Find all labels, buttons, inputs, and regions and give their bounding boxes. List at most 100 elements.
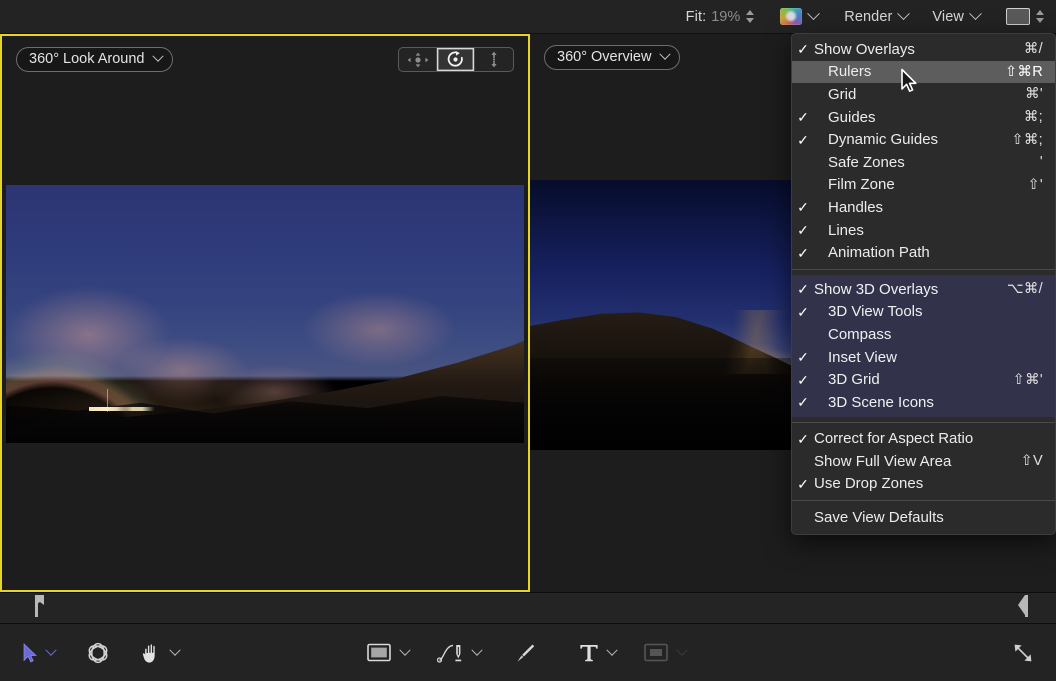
menu-item-shortcut: ⇧⌘' — [1013, 372, 1055, 388]
fit-label: Fit: — [686, 9, 707, 25]
chevron-down-icon[interactable] — [660, 49, 671, 60]
menu-item-dynamic-guides[interactable]: ✓Dynamic Guides⇧⌘; — [792, 128, 1055, 151]
stepper-up-arrow[interactable] — [1036, 10, 1044, 15]
dolly-tool-button[interactable] — [475, 48, 513, 71]
playhead-start-marker[interactable] — [30, 595, 43, 617]
paint-brush-tool[interactable] — [513, 642, 535, 664]
layout-stepper[interactable] — [1036, 10, 1044, 23]
color-channel-menu[interactable] — [780, 0, 818, 34]
mini-timeline-scrubber[interactable] — [0, 592, 1056, 624]
3d-transform-tool[interactable] — [85, 641, 111, 665]
viewer-layout-control[interactable] — [1006, 0, 1044, 34]
menu-item-label: Handles — [814, 199, 1043, 216]
menu-item-label: 3D View Tools — [814, 303, 1043, 320]
menu-item-lines[interactable]: ✓Lines — [792, 219, 1055, 242]
tools-toolbar — [0, 624, 1056, 681]
menu-item-guides[interactable]: ✓Guides⌘; — [792, 106, 1055, 129]
text-T-icon — [579, 642, 599, 664]
viewer-left-camera-label: 360° Look Around — [29, 51, 144, 67]
mask-rectangle-icon — [644, 643, 668, 662]
menu-item-label: Guides — [814, 109, 1024, 126]
viewer-left-look-around[interactable]: 360° Look Around — [0, 34, 530, 592]
viewer-right-camera-label: 360° Overview — [557, 49, 651, 65]
menu-item-shortcut: ⌘; — [1024, 109, 1055, 125]
menu-item-shortcut: ⌘' — [1025, 86, 1055, 102]
checkmark-icon: ✓ — [792, 477, 814, 491]
menu-item-rulers[interactable]: Rulers⇧⌘R — [792, 61, 1055, 84]
chevron-down-icon[interactable] — [676, 644, 687, 655]
resize-handle[interactable] — [1012, 642, 1034, 664]
window-layout-icon[interactable] — [1006, 8, 1030, 25]
diagonal-resize-icon — [1012, 642, 1034, 664]
3d-view-tools-group[interactable] — [398, 47, 514, 72]
chevron-down-icon[interactable] — [169, 644, 180, 655]
select-arrow-tool[interactable] — [22, 643, 55, 663]
fit-stepper[interactable] — [746, 10, 754, 23]
menu-item-shortcut: ⇧' — [1027, 177, 1055, 193]
render-label: Render — [844, 9, 892, 25]
viewer-left-camera-popup[interactable]: 360° Look Around — [16, 47, 173, 72]
stepper-down-arrow[interactable] — [746, 18, 754, 23]
menu-section: ✓Correct for Aspect RatioShow Full View … — [792, 428, 1055, 496]
menu-item-use-drop-zones[interactable]: ✓Use Drop Zones — [792, 473, 1055, 496]
menu-item-show-3d-overlays[interactable]: ✓Show 3D Overlays⌥⌘/ — [792, 278, 1055, 301]
menu-item-label: Show 3D Overlays — [814, 281, 1007, 298]
chevron-down-icon[interactable] — [606, 644, 617, 655]
chevron-down-icon[interactable] — [399, 644, 410, 655]
text-tool[interactable] — [579, 642, 616, 664]
menu-item-inset-view[interactable]: ✓Inset View — [792, 346, 1055, 369]
chevron-down-icon[interactable] — [153, 51, 164, 62]
view-menu-button[interactable]: View — [932, 0, 980, 34]
chevron-down-icon[interactable] — [898, 7, 911, 20]
menu-item-shortcut: ⇧⌘R — [1005, 64, 1055, 80]
render-menu[interactable]: Render — [844, 0, 908, 34]
pan-tool-button[interactable] — [399, 48, 437, 71]
view-dropdown-menu[interactable]: ✓Show Overlays⌘/Rulers⇧⌘RGrid⌘'✓Guides⌘;… — [791, 33, 1056, 535]
menu-item-shortcut: ⇧⌘; — [1011, 132, 1055, 148]
pan-arrows-icon — [407, 52, 429, 68]
menu-item-save-view-defaults[interactable]: Save View Defaults — [792, 506, 1055, 529]
menu-item-show-overlays[interactable]: ✓Show Overlays⌘/ — [792, 38, 1055, 61]
menu-separator — [792, 422, 1055, 423]
menu-item-label: Dynamic Guides — [814, 131, 1011, 148]
chevron-down-icon[interactable] — [45, 644, 56, 655]
menu-item-label: Show Overlays — [814, 41, 1024, 58]
shape-tool[interactable] — [367, 643, 409, 662]
menu-item-handles[interactable]: ✓Handles — [792, 196, 1055, 219]
menu-item-compass[interactable]: Compass — [792, 323, 1055, 346]
menu-item-label: Lines — [814, 222, 1043, 239]
bezier-pen-tool[interactable] — [437, 641, 481, 665]
menu-item-safe-zones[interactable]: Safe Zones' — [792, 151, 1055, 174]
menu-item-grid[interactable]: Grid⌘' — [792, 83, 1055, 106]
menu-item-animation-path[interactable]: ✓Animation Path — [792, 241, 1055, 264]
stepper-up-arrow[interactable] — [746, 10, 754, 15]
hand-pan-tool[interactable] — [141, 642, 179, 664]
menu-item-3d-scene-icons[interactable]: ✓3D Scene Icons — [792, 391, 1055, 414]
checkmark-icon: ✓ — [792, 305, 814, 319]
viewer-left-image-360-panorama — [6, 185, 524, 443]
viewer-top-toolbar: Fit: 19% Render View — [0, 0, 1056, 34]
mask-tool[interactable] — [644, 643, 686, 662]
viewer-right-camera-popup[interactable]: 360° Overview — [544, 45, 680, 70]
color-wheel-icon[interactable] — [780, 8, 802, 25]
menu-item-correct-for-aspect-ratio[interactable]: ✓Correct for Aspect Ratio — [792, 428, 1055, 451]
playhead-end-marker[interactable] — [1015, 595, 1028, 617]
checkmark-icon: ✓ — [792, 246, 814, 260]
menu-item-film-zone[interactable]: Film Zone⇧' — [792, 174, 1055, 197]
rectangle-shape-icon — [367, 643, 391, 662]
menu-item-shortcut: ⌘/ — [1024, 41, 1055, 57]
menu-item-shortcut: ⇧V — [1021, 453, 1055, 469]
orbit-tool-button[interactable] — [437, 48, 475, 71]
menu-section: ✓Show 3D Overlays⌥⌘/✓3D View ToolsCompas… — [792, 275, 1055, 417]
chevron-down-icon[interactable] — [969, 7, 982, 20]
playhead-bar — [1025, 595, 1028, 617]
fit-zoom-control[interactable]: Fit: 19% — [686, 0, 755, 34]
stepper-down-arrow[interactable] — [1036, 18, 1044, 23]
chevron-down-icon[interactable] — [471, 644, 482, 655]
mouse-cursor — [900, 68, 920, 96]
chevron-down-icon[interactable] — [807, 7, 820, 20]
menu-item-3d-grid[interactable]: ✓3D Grid⇧⌘' — [792, 368, 1055, 391]
menu-item-label: Use Drop Zones — [814, 475, 1043, 492]
menu-item-3d-view-tools[interactable]: ✓3D View Tools — [792, 301, 1055, 324]
menu-item-show-full-view-area[interactable]: Show Full View Area⇧V — [792, 450, 1055, 473]
